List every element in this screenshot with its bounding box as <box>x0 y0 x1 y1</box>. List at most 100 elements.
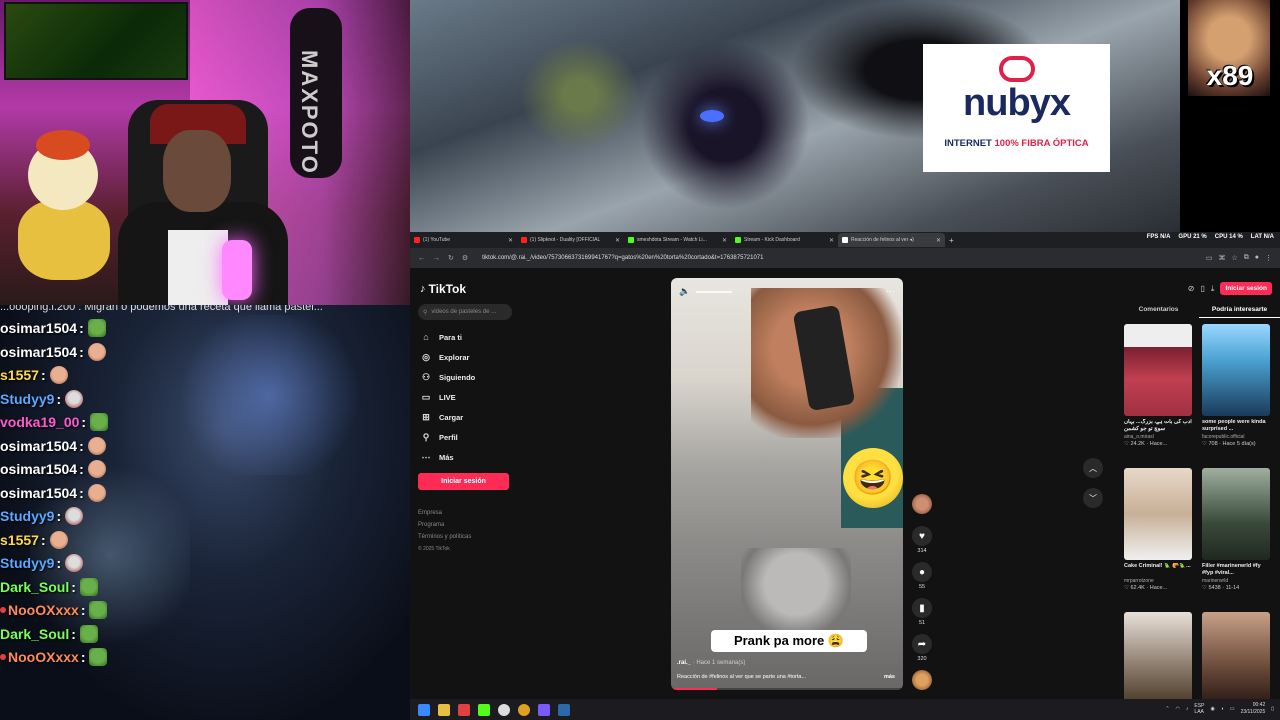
wifi-icon[interactable]: ◉ <box>1210 706 1214 712</box>
footer-link[interactable]: Empresa <box>418 510 442 516</box>
video-author[interactable]: .rai._ · Hace 1 semana(s) <box>677 660 745 666</box>
steam-icon[interactable] <box>558 703 570 716</box>
next-video-button[interactable]: ﹀ <box>1083 488 1103 508</box>
chrome-icon[interactable] <box>518 703 530 716</box>
cast-icon[interactable]: ▭ <box>1206 254 1213 262</box>
device-icon[interactable]: ▯ <box>1201 284 1205 293</box>
bookmark-icon: ▮ <box>912 598 932 618</box>
recommended-video-card[interactable] <box>1202 612 1272 704</box>
chat-message: osimar1504: <box>0 482 106 504</box>
download-icon[interactable]: ⤓ <box>1211 284 1215 294</box>
tab-comments[interactable]: Comentarios <box>1118 306 1199 318</box>
frog-emote-icon <box>90 413 109 431</box>
recommended-video-card[interactable]: ادب کی بات ہے، بزرگ... بہاں سوچ تو جو کش… <box>1124 324 1194 447</box>
speaker-icon[interactable]: ◖ <box>1221 706 1224 712</box>
video-progress[interactable] <box>671 688 903 690</box>
chat-message: s1557: <box>0 529 68 551</box>
bookmark-star-icon[interactable]: ☆ <box>1231 254 1237 262</box>
start-icon[interactable] <box>418 703 430 716</box>
creator-avatar[interactable] <box>912 494 932 514</box>
more-link[interactable]: más <box>884 674 895 680</box>
recommended-video-card[interactable] <box>1124 612 1194 704</box>
footer-link[interactable]: Programa <box>418 522 444 528</box>
tiktok-logo[interactable]: ♪ TikTok <box>420 282 466 296</box>
comment-button[interactable]: ● 55 <box>912 562 932 590</box>
recommended-video-card[interactable]: some people were kinda surprised ... faco… <box>1202 324 1272 447</box>
footer-link[interactable]: Términos y políticas <box>418 534 471 540</box>
close-tab-icon[interactable]: ✕ <box>722 237 727 244</box>
volume-icon[interactable]: ♪ <box>1186 706 1189 712</box>
file-explorer-icon[interactable] <box>438 703 450 716</box>
header-login-button[interactable]: Iniciar sesión <box>1220 282 1272 295</box>
browser-tab[interactable]: (1) Slipknot - Duality [OFFICIAL ✕ <box>517 233 624 247</box>
nav-item[interactable]: ⋯ Más <box>420 450 454 464</box>
card-stats: ♡ 62.4K · Hace... <box>1124 585 1168 591</box>
sound-avatar[interactable] <box>912 670 932 690</box>
chat-username: Dark_Soul <box>0 578 70 595</box>
nav-icon: ⌂ <box>423 332 429 342</box>
extensions-icon[interactable]: ⧉ <box>1244 254 1249 262</box>
reload-icon[interactable]: ↻ <box>448 254 454 262</box>
previous-video-button[interactable]: ︿ <box>1083 458 1103 478</box>
save-button[interactable]: ▮ 51 <box>912 598 932 626</box>
tab-recommendations[interactable]: Podría interesarte <box>1199 306 1280 318</box>
coins-icon[interactable]: ⊘ <box>1188 284 1195 293</box>
clock[interactable]: 00:42 23/11/2025 <box>1241 702 1266 716</box>
chat-username: osimar1504 <box>0 343 78 360</box>
back-icon[interactable]: ← <box>418 255 425 262</box>
forward-icon[interactable]: → <box>433 255 440 262</box>
chat-cutoff-line: ...oooping.i.200 : Migran o podemos una … <box>0 305 323 313</box>
volume-slider[interactable] <box>696 290 733 293</box>
nav-item[interactable]: ⚇ Siguiendo <box>420 370 475 384</box>
close-tab-icon[interactable]: ✕ <box>829 237 834 244</box>
nav-item[interactable]: ⌂ Para ti <box>420 330 462 344</box>
share-button[interactable]: ➦ 320 <box>912 634 932 662</box>
video-player[interactable]: 🔈 ⋯ 😆 Prank pa more 😩 .rai._ · Hace 1 se… <box>671 278 903 690</box>
wall-tv <box>4 2 188 80</box>
nav-item[interactable]: ◎ Explorar <box>420 350 469 364</box>
chevron-up-icon[interactable]: ⌃ <box>1165 706 1169 712</box>
login-button[interactable]: Iniciar sesión <box>418 473 509 490</box>
more-options-icon[interactable]: ⋯ <box>886 286 895 297</box>
punching-bag-label: MAXPOTO <box>297 50 322 175</box>
translate-icon[interactable]: ⌘ <box>1218 254 1225 262</box>
recommended-video-card[interactable]: Cake Criminal! 🦜 🥐🦜... mrparrotzone ♡ 62.4… <box>1124 468 1194 591</box>
nav-item[interactable]: ⚲ Perfil <box>420 430 458 444</box>
kick-icon[interactable] <box>478 703 490 716</box>
nav-icon: ◎ <box>422 351 430 362</box>
nav-item[interactable]: ⊞ Cargar <box>420 410 463 424</box>
browser-tab[interactable]: (1) YouTube ✕ <box>410 233 517 247</box>
tab-favicon-icon <box>521 237 527 243</box>
site-info-icon[interactable]: ⚙ <box>462 254 468 262</box>
recommended-video-card[interactable]: Filler #marinerwrld #fy #fyp #viral... ma… <box>1202 468 1272 591</box>
obs-icon[interactable] <box>498 703 510 716</box>
battery-icon[interactable]: ▭ <box>1230 706 1235 712</box>
nav-icon: ⚲ <box>422 431 430 442</box>
notification-icon[interactable]: ▯ <box>1271 706 1274 712</box>
browser-tab[interactable]: Stream - Kick Dashboard ✕ <box>731 233 838 247</box>
nav-item[interactable]: ▭ LIVE <box>420 390 456 404</box>
like-button[interactable]: ♥ 314 <box>912 526 932 554</box>
language-indicator[interactable]: ESP LAA <box>1194 703 1204 715</box>
comment-icon: ● <box>912 562 932 582</box>
new-tab-button[interactable]: + <box>949 236 954 245</box>
cloud-icon <box>999 56 1035 82</box>
card-stats: ♡ 5438 · 11-14 <box>1202 585 1240 591</box>
close-tab-icon[interactable]: ✕ <box>615 237 620 244</box>
profile-icon[interactable]: ● <box>1255 254 1259 262</box>
discord-icon[interactable] <box>538 703 550 716</box>
chat-message: Dark_Soul: <box>0 623 98 645</box>
search-input[interactable]: ⚲ videos de pasteles de ... <box>418 304 512 320</box>
url-field[interactable]: tiktok.com/@.rai._/video/757306637316994… <box>476 255 1198 261</box>
menu-icon[interactable]: ⋮ <box>1265 254 1272 262</box>
chat-message: NooOXxxx: <box>0 646 108 668</box>
chat-message: Studyy9: <box>0 388 84 410</box>
browser-tab[interactable]: Reacción de felinos al ver ◂) ✕ <box>838 233 945 247</box>
close-tab-icon[interactable]: ✕ <box>936 237 941 244</box>
close-tab-icon[interactable]: ✕ <box>508 237 513 244</box>
volume-icon[interactable]: 🔈 <box>679 286 690 297</box>
video-thumbnail <box>1202 612 1270 704</box>
network-icon[interactable]: ◠ <box>1176 706 1180 712</box>
browser-tab[interactable]: smeshdota Stream - Watch Li... ✕ <box>624 233 731 247</box>
app-icon[interactable] <box>458 703 470 716</box>
